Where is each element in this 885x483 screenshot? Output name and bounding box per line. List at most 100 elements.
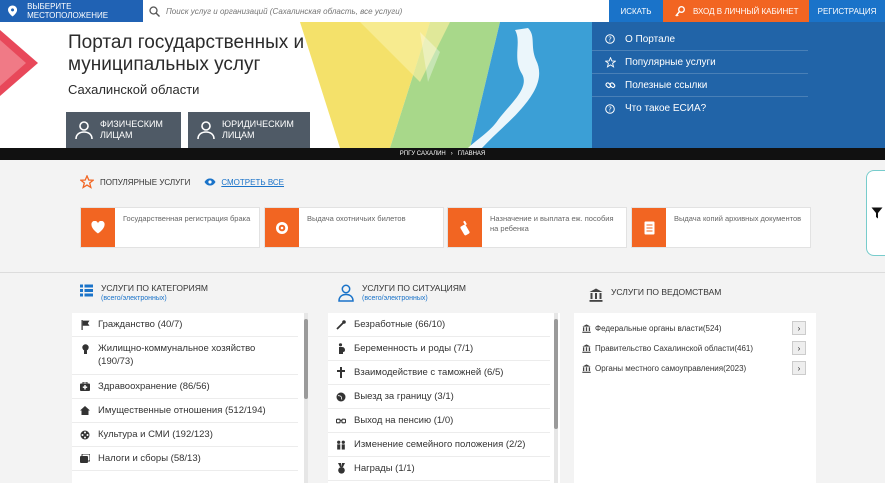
- popular-services-title: Популярные услуги: [100, 177, 191, 187]
- categories-scrollbar[interactable]: [304, 313, 308, 483]
- search-button-label: Искать: [620, 6, 652, 16]
- see-all-link[interactable]: Смотреть все: [221, 178, 284, 187]
- popular-card-archive[interactable]: Выдача копий архивных документов: [631, 207, 811, 248]
- popular-services-heading: Популярные услуги Смотреть все: [80, 175, 284, 189]
- department-label: Органы местного самоуправления(2023): [595, 363, 747, 373]
- category-item[interactable]: Здравоохранение (86/56): [72, 375, 298, 399]
- section-divider: [0, 272, 885, 273]
- legal-entities-button[interactable]: Юридическим лицам: [188, 112, 310, 148]
- department-label: Правительство Сахалинской области(461): [595, 343, 754, 353]
- login-button[interactable]: Вход в личный кабинет: [663, 0, 809, 22]
- department-item[interactable]: Федеральные органы власти(524) ›: [574, 318, 816, 338]
- popular-card-label: Назначение и выплата еж. пособия на ребе…: [490, 214, 614, 233]
- category-item[interactable]: Налоги и сборы (58/13): [72, 447, 298, 471]
- category-label: Имущественные отношения (512/194): [98, 405, 266, 416]
- chevron-right-icon[interactable]: ›: [792, 321, 806, 335]
- portal-region: Сахалинской области: [68, 82, 200, 97]
- situation-item[interactable]: Безработные (66/10): [328, 313, 550, 337]
- header-banner: Портал государственных и муниципальных у…: [0, 22, 885, 148]
- breadcrumb-home-link[interactable]: РПГУ Сахалин: [400, 151, 446, 157]
- situations-scrollbar[interactable]: [554, 313, 558, 483]
- menu-item-links[interactable]: Полезные ссылки: [592, 74, 808, 97]
- search-button[interactable]: Искать: [609, 0, 663, 22]
- search-input[interactable]: [166, 6, 596, 16]
- situation-item[interactable]: Выход на пенсию (1/0): [328, 409, 550, 433]
- breadcrumb: РПГУ Сахалин › Главная: [0, 148, 885, 160]
- eye-icon: [204, 178, 216, 186]
- heart-icon: [81, 208, 115, 247]
- popular-card-marriage[interactable]: Государственная регистрация брака: [80, 207, 260, 248]
- customs-icon: [336, 367, 346, 378]
- individuals-button[interactable]: Физическим лицам: [66, 112, 181, 148]
- logo-mark-icon: [0, 30, 38, 96]
- category-label: Гражданство (40/7): [98, 319, 183, 330]
- categories-list: Гражданство (40/7) Жилищно-коммунальное …: [72, 313, 308, 483]
- chevron-right-icon: ›: [450, 151, 453, 157]
- situation-item[interactable]: Взаимодействие с таможней (6/5): [328, 361, 550, 385]
- document-icon: [632, 208, 666, 247]
- medkit-icon: [80, 382, 90, 391]
- family-icon: [336, 440, 346, 450]
- globe-icon: [336, 392, 346, 402]
- pregnant-icon: [336, 343, 346, 354]
- flag-icon: [80, 319, 90, 330]
- chevron-right-icon[interactable]: ›: [792, 341, 806, 355]
- person-icon: [338, 284, 354, 302]
- baby-bottle-icon: [448, 208, 482, 247]
- popular-card-child-benefit[interactable]: Назначение и выплата еж. пособия на ребе…: [447, 207, 627, 248]
- departments-list: Федеральные органы власти(524) › Правите…: [574, 313, 816, 483]
- categories-subtitle: (всего/электронных): [101, 295, 167, 302]
- situation-item[interactable]: Изменение семейного положения (2/2): [328, 433, 550, 457]
- department-item[interactable]: Правительство Сахалинской области(461) ›: [574, 338, 816, 358]
- login-button-label: Вход в личный кабинет: [693, 6, 799, 16]
- sakhalin-map-illustration: [300, 22, 592, 148]
- location-pin-icon: [8, 5, 18, 17]
- menu-item-esia[interactable]: ? Что такое ЕСИА?: [592, 97, 808, 120]
- svg-text:?: ?: [608, 36, 612, 44]
- popular-card-label: Государственная регистрация брака: [123, 214, 251, 223]
- chevron-right-icon[interactable]: ›: [792, 361, 806, 375]
- situation-label: Безработные (66/10): [354, 319, 446, 330]
- scroll-thumb[interactable]: [304, 319, 308, 399]
- category-item[interactable]: Имущественные отношения (512/194): [72, 399, 298, 423]
- popular-card-hunting[interactable]: Выдача охотничьих билетов: [264, 207, 444, 248]
- departments-title: Услуги по ведомствам: [611, 287, 722, 297]
- building-icon: [582, 363, 591, 373]
- building-icon: [589, 288, 603, 302]
- filter-tab[interactable]: [866, 170, 885, 256]
- category-item[interactable]: Жилищно-коммунальное хозяйство (190/73): [72, 337, 298, 375]
- popular-card-label: Выдача охотничьих билетов: [307, 214, 406, 223]
- departments-heading: Услуги по ведомствам: [589, 287, 721, 302]
- search-icon: [149, 5, 160, 17]
- search-bar: [143, 0, 609, 22]
- situation-item[interactable]: Награды (1/1): [328, 457, 550, 481]
- category-item[interactable]: Культура и СМИ (192/123): [72, 423, 298, 447]
- breadcrumb-current: Главная: [457, 151, 486, 157]
- department-item[interactable]: Органы местного самоуправления(2023) ›: [574, 358, 816, 378]
- question-circle-icon: ?: [604, 34, 616, 44]
- location-button[interactable]: Выберите местоположение: [0, 0, 143, 22]
- category-label: Культура и СМИ (192/123): [98, 429, 213, 440]
- filter-icon: [871, 207, 882, 219]
- register-button[interactable]: Регистрация: [809, 0, 885, 22]
- person-icon: [75, 121, 93, 140]
- tools-icon: [336, 319, 346, 330]
- department-label: Федеральные органы власти(524): [595, 323, 722, 333]
- person-icon: [197, 121, 215, 140]
- situations-title: Услуги по ситуациям: [362, 283, 466, 293]
- star-icon: [80, 175, 94, 189]
- individuals-button-label: Физическим лицам: [100, 119, 163, 140]
- menu-item-popular[interactable]: Популярные услуги: [592, 51, 808, 74]
- svg-text:?: ?: [608, 105, 612, 113]
- film-icon: [80, 430, 90, 440]
- question-circle-icon: ?: [604, 103, 616, 114]
- info-menu: ? О Портале Популярные услуги Полезные с…: [592, 22, 885, 148]
- scroll-thumb[interactable]: [554, 319, 558, 429]
- top-bar: Выберите местоположение Искать Вход в ли…: [0, 0, 885, 22]
- situation-item[interactable]: Беременность и роды (7/1): [328, 337, 550, 361]
- situation-item[interactable]: Выезд за границу (3/1): [328, 385, 550, 409]
- category-label: Жилищно-коммунальное хозяйство (190/73): [98, 343, 256, 367]
- situation-label: Выезд за границу (3/1): [354, 391, 454, 402]
- category-item[interactable]: Гражданство (40/7): [72, 313, 298, 337]
- menu-item-about[interactable]: ? О Портале: [592, 28, 808, 51]
